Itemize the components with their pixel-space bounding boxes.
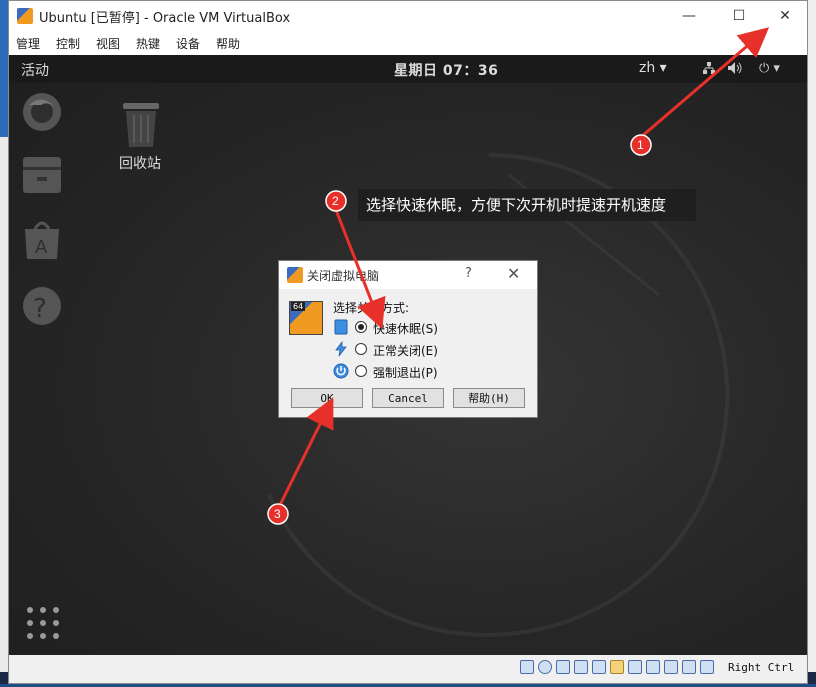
cpu-icon[interactable]	[664, 660, 678, 674]
ok-button[interactable]: OK	[291, 388, 363, 408]
acpi-shutdown-icon	[333, 340, 349, 357]
usb-icon[interactable]	[592, 660, 606, 674]
menu-hotkeys[interactable]: 热键	[136, 35, 160, 52]
clock[interactable]: 星期日 07：36	[394, 60, 498, 80]
radio-acpi-shutdown[interactable]	[355, 343, 367, 355]
activities-button[interactable]: 活动	[21, 60, 49, 80]
svg-text:?: ?	[33, 294, 47, 324]
menu-help[interactable]: 帮助	[216, 35, 240, 52]
virtualbox-window: Ubuntu [已暂停] - Oracle VM VirtualBox — ☐ …	[8, 0, 808, 684]
close-vm-dialog: 关闭虚拟电脑 ? ✕ 64 选择关闭方式: 快速休眠(S) 正常关闭(E) 强制…	[278, 260, 538, 418]
optical-drive-icon[interactable]	[538, 660, 552, 674]
host-key-label: Right Ctrl	[728, 661, 795, 674]
trash-icon[interactable]	[119, 99, 163, 151]
option-acpi-shutdown-label[interactable]: 正常关闭(E)	[373, 342, 438, 359]
display-icon[interactable]	[628, 660, 642, 674]
dialog-help-button[interactable]: 帮助(H)	[453, 388, 525, 408]
virtualbox-app-icon	[287, 267, 303, 283]
trash-label[interactable]: 回收站	[119, 153, 161, 173]
title-bar: Ubuntu [已暂停] - Oracle VM VirtualBox — ☐ …	[9, 1, 807, 31]
help-icon[interactable]: ?	[21, 285, 63, 327]
gnome-top-bar: 活动 星期日 07：36 zh ▾ ⏻ ▾	[9, 55, 807, 83]
option-save-state[interactable]: 快速休眠(S)	[333, 318, 533, 338]
volume-icon[interactable]	[727, 61, 743, 79]
hard-disk-icon[interactable]	[520, 660, 534, 674]
keyboard-icon[interactable]	[700, 660, 714, 674]
menu-view[interactable]: 视图	[96, 35, 120, 52]
maximize-button[interactable]: ☐	[723, 5, 755, 27]
close-button[interactable]: ✕	[769, 5, 801, 27]
radio-save-state[interactable]	[355, 321, 367, 333]
power-menu-icon[interactable]: ⏻ ▾	[759, 61, 780, 76]
option-save-state-label[interactable]: 快速休眠(S)	[373, 320, 438, 337]
logo-badge: 64	[291, 302, 306, 311]
option-power-off[interactable]: 强制退出(P)	[333, 362, 533, 382]
menu-control[interactable]: 控制	[56, 35, 80, 52]
show-applications-icon[interactable]	[25, 605, 61, 641]
hint-tooltip: 选择快速休眠，方便下次开机时提速开机速度	[358, 189, 696, 221]
option-power-off-label[interactable]: 强制退出(P)	[373, 364, 438, 381]
save-state-icon	[333, 319, 349, 335]
mouse-integration-icon[interactable]	[682, 660, 696, 674]
dialog-close-button[interactable]: ✕	[507, 264, 520, 283]
audio-icon[interactable]	[556, 660, 570, 674]
minimize-button[interactable]: —	[673, 5, 705, 27]
status-bar: Right Ctrl	[9, 655, 807, 683]
firefox-icon[interactable]	[21, 91, 63, 133]
dialog-prompt: 选择关闭方式:	[333, 301, 410, 315]
menu-bar: 管理 控制 视图 热键 设备 帮助	[9, 33, 807, 53]
input-method-indicator[interactable]: zh ▾	[639, 60, 667, 76]
network-icon[interactable]	[702, 61, 716, 79]
shared-folders-icon[interactable]	[610, 660, 624, 674]
network-icon[interactable]	[574, 660, 588, 674]
virtualbox-app-icon	[17, 8, 33, 24]
recording-icon[interactable]	[646, 660, 660, 674]
files-icon[interactable]	[21, 153, 63, 195]
option-acpi-shutdown[interactable]: 正常关闭(E)	[333, 340, 533, 360]
dialog-title-bar: 关闭虚拟电脑 ? ✕	[279, 261, 537, 289]
dialog-title: 关闭虚拟电脑	[307, 269, 380, 283]
cancel-button[interactable]: Cancel	[372, 388, 444, 408]
dialog-help-icon[interactable]: ?	[465, 266, 472, 281]
window-title: Ubuntu [已暂停] - Oracle VM VirtualBox	[39, 11, 291, 26]
radio-power-off[interactable]	[355, 365, 367, 377]
menu-devices[interactable]: 设备	[176, 35, 200, 52]
svg-text:A: A	[35, 237, 48, 258]
power-off-icon	[333, 363, 349, 379]
software-center-icon[interactable]: A	[21, 219, 63, 261]
vm-display[interactable]: 活动 星期日 07：36 zh ▾ ⏻ ▾ A ? 回收站 选择快速休眠，方便下…	[9, 55, 807, 655]
menu-manage[interactable]: 管理	[16, 35, 40, 52]
virtualbox-64-logo: 64	[289, 301, 323, 335]
